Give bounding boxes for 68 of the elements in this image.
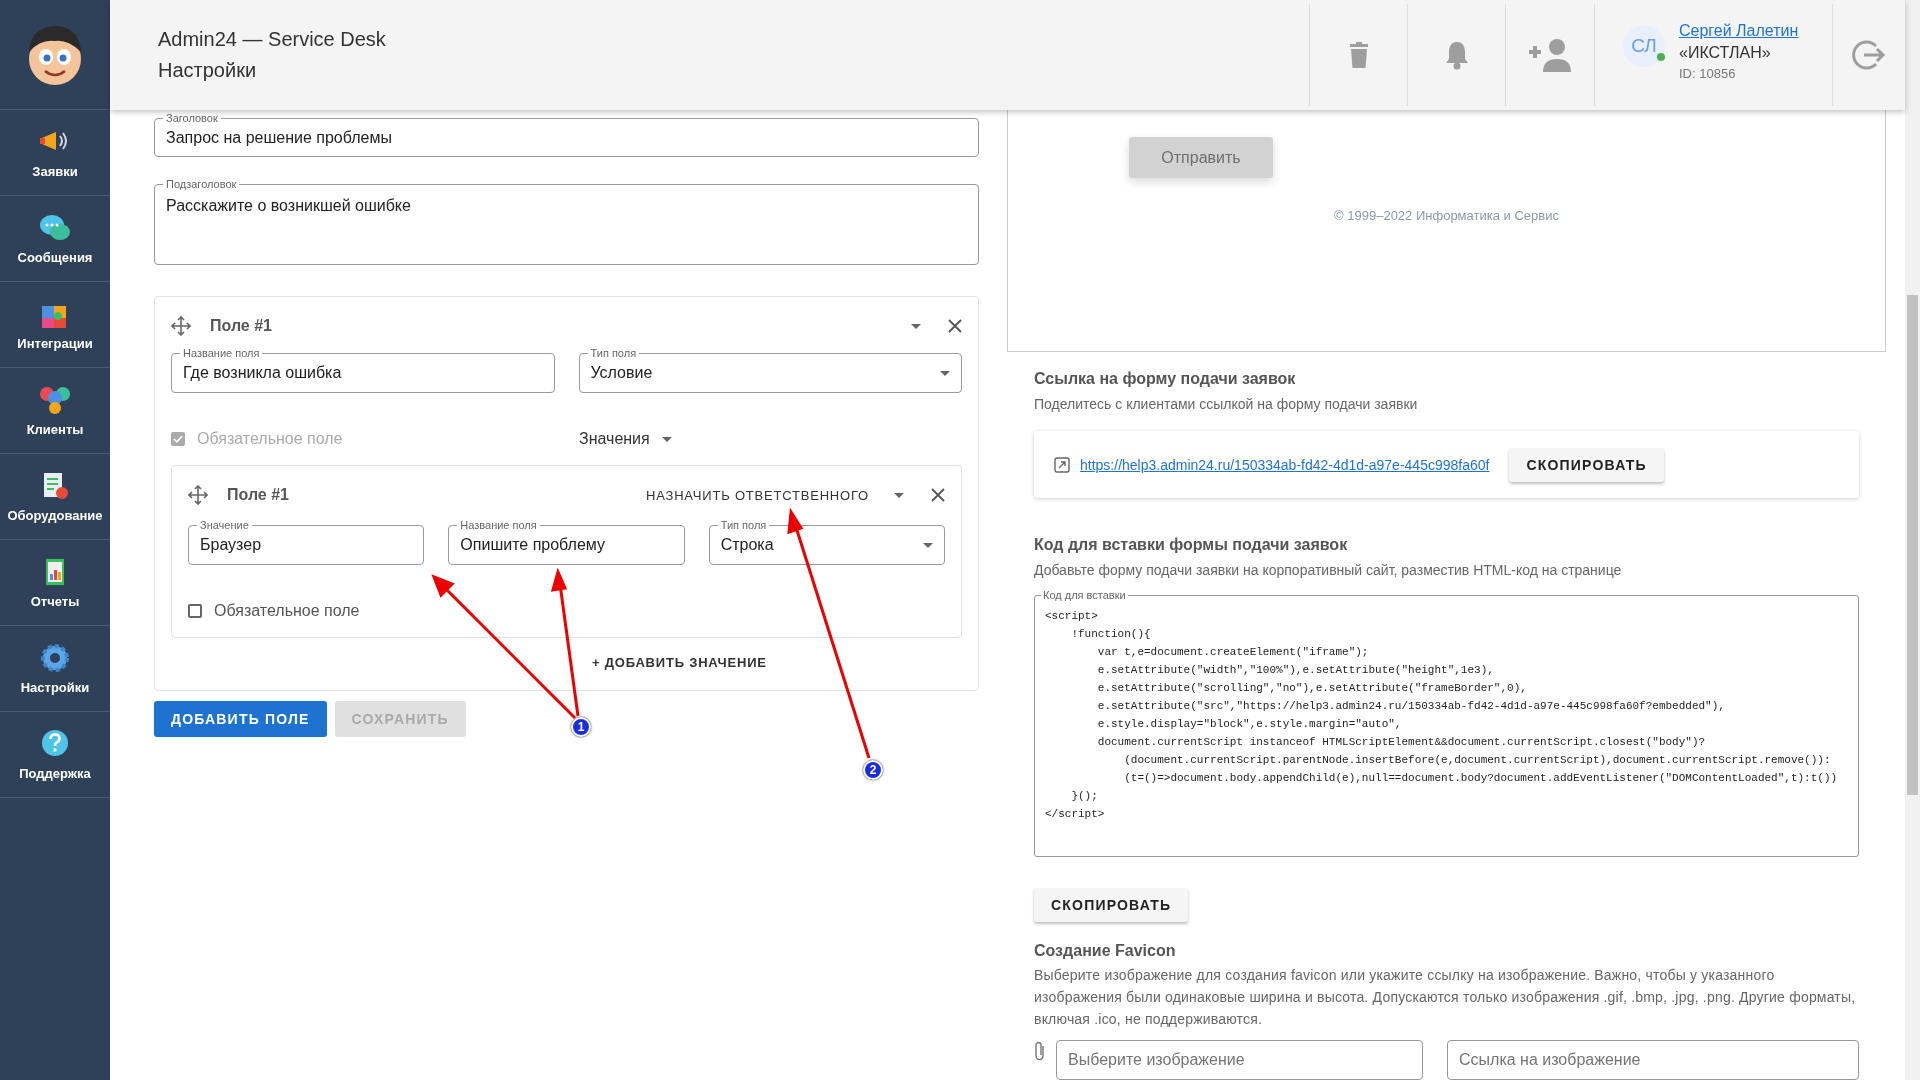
people-icon [38,384,72,416]
caret-icon[interactable] [911,323,921,329]
user-id: ID: 10856 [1679,66,1737,81]
sidebar-item[interactable]: Интеграции [0,282,110,368]
sidebar-item[interactable]: Сообщения [0,196,110,282]
field-label: Тип поля [717,519,770,532]
annotation-marker: 2 [863,760,883,780]
section-title: Код для вставки формы подачи заявок [1034,536,1348,554]
sidebar-item[interactable]: Поддержка [0,712,110,798]
field-label: Код для вставки [1041,589,1128,602]
paperclip-icon[interactable] [1034,1040,1046,1062]
close-icon[interactable] [931,488,945,502]
values-dropdown[interactable]: Значения [579,430,672,448]
caret-icon [940,370,950,376]
embed-code: <script> !function(){ var t,e=document.createElement("iframe"); e.setAttribute("width","100%"),e.setAttribute("height",1e3), e.setAttribute("scrolling","no"),e.setAttribute("frameBorder",0), e.setAttribute("src","https://help3.admin24.ru/150334ab-fd42-4d1d-a97e-445c998fa60f?embedded"), e.style.display="block",e.style.margin="auto", document.currentScript instanceof HTMLScriptElement&&document.currentScript.closest("body")? (document.currentScript.parentNode.insertBefore(e,document.currentScript),document.currentScript.remove()): (t=()=>document.body.appendChild(e),null==document.body?document.addEventListener("DOMContentLoaded",t):t()) }(); </script> [1045,609,1839,822]
select-value: Условие [590,364,653,382]
section-description: Поделитесь с клиентами ссылкой на форму подачи заявки [1034,396,1418,412]
sidebar-item[interactable]: Заявки [0,110,110,196]
assign-responsible-button[interactable]: НАЗНАЧИТЬ ОТВЕТСТВЕННОГО [646,483,869,507]
caret-icon [661,436,672,442]
copy-button[interactable]: СКОПИРОВАТЬ [1034,888,1189,922]
field-label: Название поля [457,519,540,532]
user-name-link[interactable]: Сергей Лалетин [1679,22,1799,40]
checkbox-label: Обязательное поле [197,430,343,448]
field-label: Значение [197,519,252,532]
annotation-marker: 1 [571,717,591,737]
checkbox[interactable] [188,604,202,618]
move-icon[interactable] [188,485,208,505]
scrollbar[interactable] [1905,0,1920,1080]
field-title: Поле #1 [227,486,289,504]
field-value: Опишите проблему [460,536,605,554]
user-avatar: СЛ [1623,25,1665,67]
select-value: Строка [720,536,774,554]
add-value-button[interactable]: + ДОБАВИТЬ ЗНАЧЕНИЕ [592,650,767,674]
link-icon [1054,456,1070,473]
file-input-field[interactable]: Выберите изображение [1056,1040,1423,1080]
section-title: Ссылка на форму подачи заявок [1034,370,1296,388]
checkbox-label: Обязательное поле [214,602,360,620]
gear-icon [38,642,72,674]
field-value: Запрос на решение проблемы [166,128,392,147]
field-label: Название поля [180,347,263,360]
user-company: «ИКСТЛАН» [1679,44,1772,62]
field-value: Расскажите о возникшей ошибке [166,197,411,215]
page-title: Настройки [158,59,258,82]
form-button[interactable]: ДОБАВИТЬ ПОЛЕ [154,701,327,737]
caret-icon[interactable] [894,492,904,498]
field-label: Заголовок [163,112,221,125]
form-url-link[interactable]: https://help3.admin24.ru/150334ab-fd42-4d1d-a97e-445c998fa60f [1080,456,1490,473]
section-title: Создание Favicon [1034,942,1176,960]
caret-icon [923,542,933,548]
sidebar-item[interactable]: Отчеты [0,540,110,626]
move-icon[interactable] [171,316,191,336]
copy-button[interactable]: СКОПИРОВАТЬ [1509,447,1664,482]
image-url-field[interactable]: Ссылка на изображение [1447,1040,1859,1080]
sidebar-item[interactable]: Клиенты [0,368,110,454]
close-icon[interactable] [948,319,962,333]
field-value: Где возникла ошибка [183,364,342,382]
sidebar-item[interactable]: Настройки [0,626,110,712]
section-description: Выберите изображение для создания favicon или укажите ссылку на изображение. Важно, чтобы у указанного изображения были одинаковые ширина и высота. Допускаются только изображения .gif, .bmp, .jpg, .png. Другие форматы, включая .ico, не поддерживаются. [1034,966,1857,1029]
field-value: Браузер [200,536,262,554]
scrollbar-thumb[interactable] [1907,295,1918,795]
sidebar-item[interactable]: Оборудование [0,454,110,540]
field-label: Тип поля [587,347,640,360]
section-description: Добавьте форму подачи заявки на корпоративный сайт, разместив HTML-код на странице [1034,562,1622,578]
copyright-text: © 1999–2022 Информатика и Сервис [1334,208,1559,223]
field-label: Подзаголовок [163,178,240,191]
field-title: Поле #1 [210,317,272,335]
app-title: Admin24 — Service Desk [158,28,387,51]
